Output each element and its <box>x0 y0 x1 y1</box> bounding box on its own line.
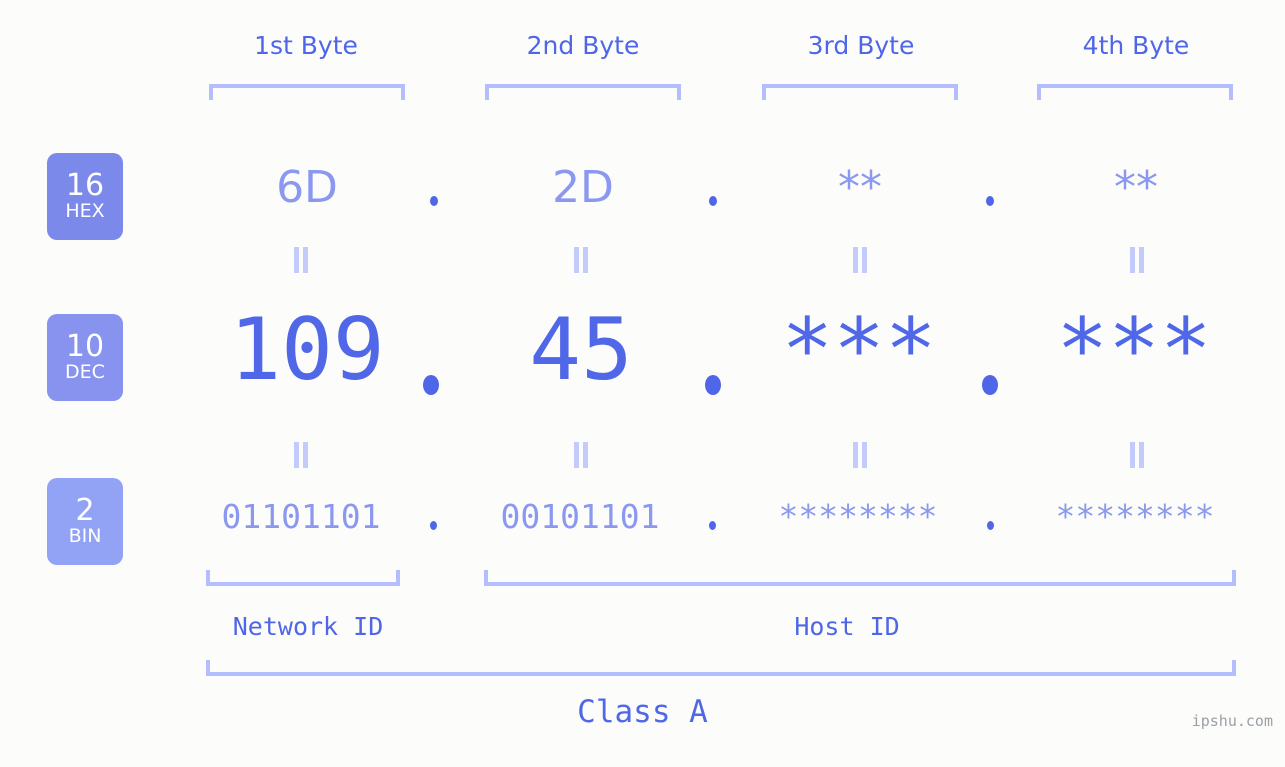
equals-marker-dec-bin-4 <box>1127 442 1147 468</box>
class-bracket <box>206 660 1236 676</box>
hex-separator-3 <box>986 196 994 206</box>
bin-separator-1 <box>430 521 437 530</box>
equals-marker-hex-dec-3 <box>850 247 870 273</box>
bin-byte-4: ******** <box>1055 497 1215 536</box>
equals-marker-hex-dec-4 <box>1127 247 1147 273</box>
hex-separator-1 <box>430 196 438 206</box>
hex-byte-2: 2D <box>552 162 614 213</box>
byte-bracket-top-2 <box>485 84 681 100</box>
bin-separator-3 <box>987 521 994 530</box>
equals-marker-dec-bin-1 <box>291 442 311 468</box>
dec-byte-2: 45 <box>529 300 633 400</box>
equals-marker-hex-dec-2 <box>571 247 591 273</box>
dec-separator-2 <box>705 375 721 395</box>
watermark-text: ipshu.com <box>1191 712 1273 730</box>
base-badge-hex: 16 HEX <box>47 153 123 240</box>
bin-byte-1: 01101101 <box>221 497 381 536</box>
host-id-label: Host ID <box>794 612 900 641</box>
network-id-bracket <box>206 570 400 586</box>
equals-marker-dec-bin-2 <box>571 442 591 468</box>
ip-byte-breakdown-diagram: 1st Byte 2nd Byte 3rd Byte 4th Byte 16 H… <box>0 0 1285 767</box>
bin-byte-2: 00101101 <box>500 497 660 536</box>
base-badge-dec-number: 10 <box>65 329 105 365</box>
base-badge-bin-name: BIN <box>68 524 102 547</box>
equals-marker-hex-dec-1 <box>291 247 311 273</box>
equals-marker-dec-bin-3 <box>850 442 870 468</box>
base-badge-dec-name: DEC <box>65 360 105 383</box>
byte-bracket-top-4 <box>1037 84 1233 100</box>
base-badge-hex-number: 16 <box>65 168 105 204</box>
byte-header-4: 4th Byte <box>1082 31 1190 60</box>
byte-header-3: 3rd Byte <box>807 31 915 60</box>
base-badge-dec: 10 DEC <box>47 314 123 401</box>
hex-byte-3: ** <box>838 162 882 213</box>
byte-header-1: 1st Byte <box>254 31 358 60</box>
bin-byte-3: ******** <box>778 497 938 536</box>
base-badge-bin-number: 2 <box>75 493 95 529</box>
dec-byte-1: 109 <box>229 300 385 400</box>
byte-header-2: 2nd Byte <box>526 31 640 60</box>
bin-separator-2 <box>709 521 716 530</box>
dec-separator-1 <box>423 375 439 395</box>
dec-byte-3: *** <box>781 300 937 400</box>
hex-byte-4: ** <box>1114 162 1158 213</box>
hex-byte-1: 6D <box>276 162 338 213</box>
base-badge-hex-name: HEX <box>65 199 105 222</box>
base-badge-bin: 2 BIN <box>47 478 123 565</box>
byte-bracket-top-3 <box>762 84 958 100</box>
dec-separator-3 <box>982 375 998 395</box>
byte-bracket-top-1 <box>209 84 405 100</box>
network-id-label: Network ID <box>232 612 384 641</box>
dec-byte-4: *** <box>1056 300 1212 400</box>
host-id-bracket <box>484 570 1236 586</box>
class-label: Class A <box>577 694 708 730</box>
hex-separator-2 <box>709 196 717 206</box>
